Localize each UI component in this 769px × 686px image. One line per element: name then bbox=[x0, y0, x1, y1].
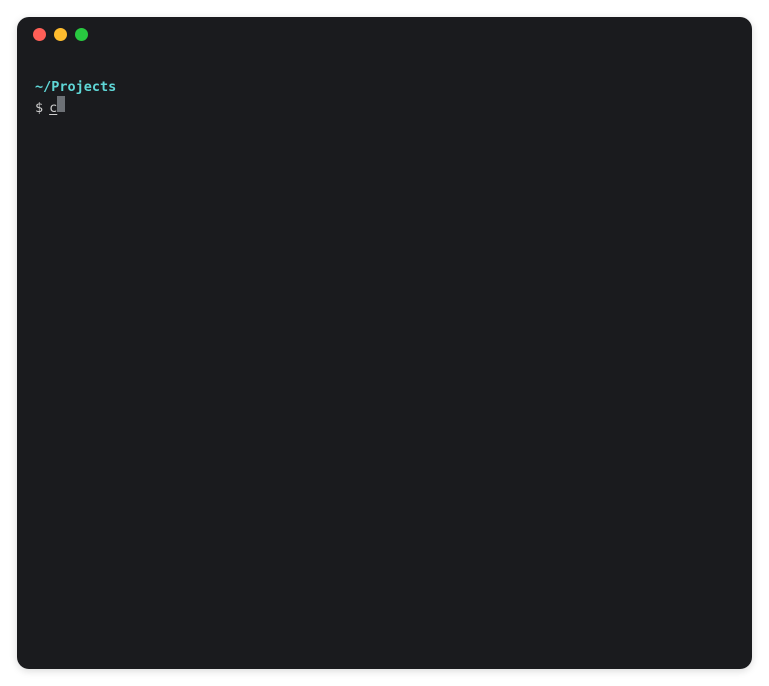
cursor-icon bbox=[57, 96, 65, 112]
command-input[interactable]: c bbox=[49, 100, 57, 117]
maximize-icon[interactable] bbox=[75, 28, 88, 41]
terminal-body[interactable]: ~/Projects $ c bbox=[17, 51, 752, 135]
minimize-icon[interactable] bbox=[54, 28, 67, 41]
prompt-symbol: $ bbox=[35, 100, 43, 117]
close-icon[interactable] bbox=[33, 28, 46, 41]
window-titlebar bbox=[17, 17, 752, 51]
terminal-window: ~/Projects $ c bbox=[17, 17, 752, 669]
current-working-directory: ~/Projects bbox=[35, 79, 734, 96]
prompt-line[interactable]: $ c bbox=[35, 96, 734, 117]
